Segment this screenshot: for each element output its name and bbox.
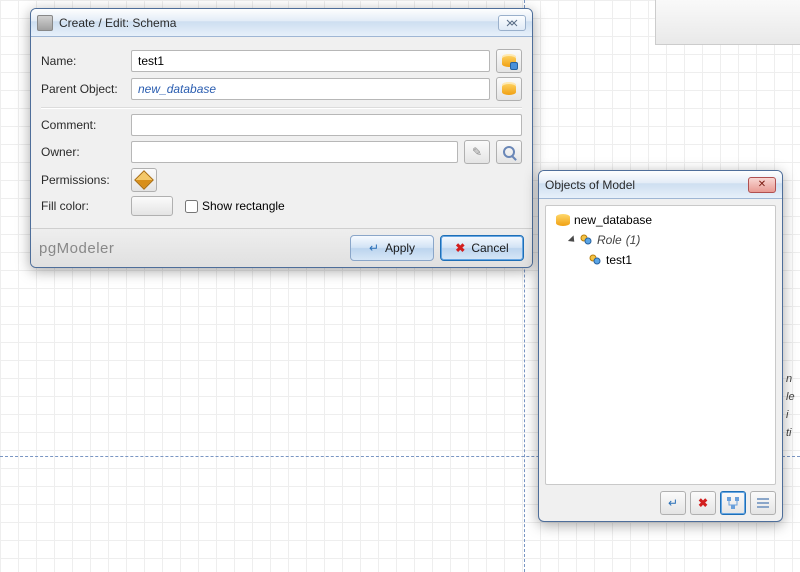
schema-dialog: Create / Edit: Schema Name: Parent Objec… <box>30 8 533 268</box>
app-icon <box>37 15 53 31</box>
owner-label: Owner: <box>41 145 125 159</box>
pencil-icon <box>134 170 154 190</box>
parent-label: Parent Object: <box>41 82 125 96</box>
parent-object-button[interactable] <box>496 77 522 101</box>
objects-title: Objects of Model <box>545 178 742 192</box>
name-object-button[interactable] <box>496 49 522 73</box>
cancel-label: Cancel <box>471 241 508 255</box>
objects-toolbar: ↵ ✖ <box>539 491 782 521</box>
delete-button[interactable]: ✖ <box>690 491 716 515</box>
name-label: Name: <box>41 54 125 68</box>
background-text-stub: nleiti <box>786 370 800 442</box>
comment-input[interactable] <box>131 114 522 136</box>
return-icon: ↵ <box>668 496 678 510</box>
tree-item-database[interactable]: new_database <box>552 210 769 230</box>
permissions-edit-button[interactable] <box>131 168 157 192</box>
cancel-button[interactable]: ✖ Cancel <box>440 235 524 261</box>
objects-panel: Objects of Model ✕ new_database Role (1)… <box>538 170 783 522</box>
database-icon <box>501 81 517 97</box>
role-icon <box>588 253 602 267</box>
collapse-button[interactable]: ↵ <box>660 491 686 515</box>
name-input[interactable] <box>131 50 490 72</box>
expand-icon <box>568 235 577 244</box>
background-panel-stub <box>655 0 800 45</box>
permissions-label: Permissions: <box>41 173 125 187</box>
picker-icon: ✎ <box>472 145 482 159</box>
show-rectangle-input[interactable] <box>185 200 198 213</box>
show-rectangle-checkbox[interactable]: Show rectangle <box>185 199 285 213</box>
apply-arrow-icon: ↵ <box>369 241 379 255</box>
dialog-title: Create / Edit: Schema <box>59 16 492 30</box>
tree-role-label: Role <box>597 233 622 247</box>
schema-dialog-titlebar[interactable]: Create / Edit: Schema <box>31 9 532 37</box>
owner-search-button[interactable] <box>496 140 522 164</box>
close-button[interactable] <box>498 15 526 31</box>
list-icon <box>756 496 770 510</box>
apply-label: Apply <box>385 241 415 255</box>
tree-item-role[interactable]: test1 <box>552 250 769 270</box>
apply-button[interactable]: ↵ Apply <box>350 235 434 261</box>
comment-label: Comment: <box>41 118 125 132</box>
parent-input[interactable] <box>131 78 490 100</box>
database-icon <box>501 53 517 69</box>
delete-icon: ✖ <box>698 496 708 510</box>
objects-titlebar[interactable]: Objects of Model ✕ <box>539 171 782 199</box>
owner-pick-button[interactable]: ✎ <box>464 140 490 164</box>
brand-label: pgModeler <box>39 240 344 257</box>
tree-role-count: (1) <box>626 233 641 247</box>
objects-tree[interactable]: new_database Role (1) test1 <box>545 205 776 485</box>
owner-input[interactable] <box>131 141 458 163</box>
fill-color-swatch[interactable] <box>131 196 173 216</box>
tree-item-role-group[interactable]: Role (1) <box>552 230 769 250</box>
cancel-x-icon: ✖ <box>455 241 465 255</box>
show-rectangle-label: Show rectangle <box>202 199 285 213</box>
tree-view-button[interactable] <box>720 491 746 515</box>
tree-role-item-label: test1 <box>606 253 632 267</box>
objects-close-button[interactable]: ✕ <box>748 177 776 193</box>
roles-icon <box>579 233 593 247</box>
database-icon <box>556 214 570 226</box>
tree-db-label: new_database <box>574 213 652 227</box>
tree-icon <box>726 496 740 510</box>
search-icon <box>503 146 515 158</box>
list-view-button[interactable] <box>750 491 776 515</box>
fillcolor-label: Fill color: <box>41 199 125 213</box>
